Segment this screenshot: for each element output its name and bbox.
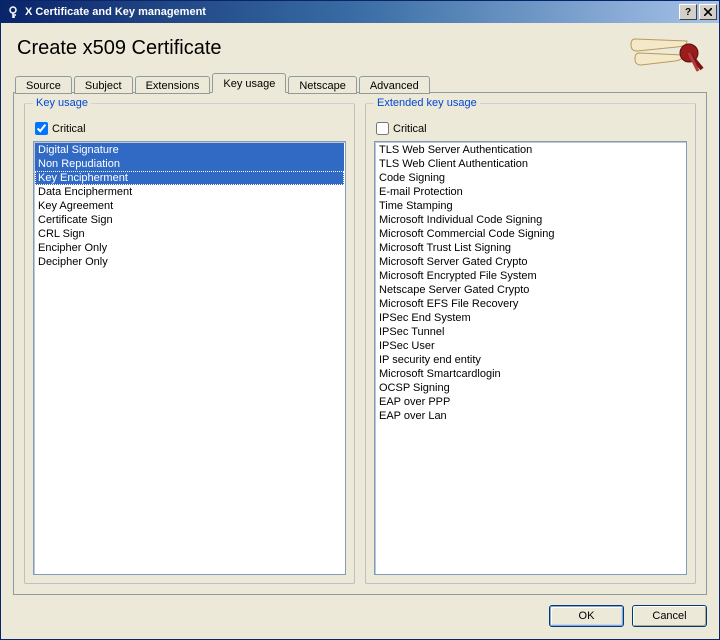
list-item[interactable]: Time Stamping [376,199,685,213]
client-area: Create x509 Certificate Source Subject E… [1,23,719,639]
tab-advanced[interactable]: Advanced [359,76,430,94]
key-usage-critical-label: Critical [52,123,86,135]
list-item[interactable]: Microsoft Server Gated Crypto [376,255,685,269]
tab-subject[interactable]: Subject [74,76,133,94]
app-icon [5,4,21,20]
list-item[interactable]: Microsoft Trust List Signing [376,241,685,255]
list-item[interactable]: Encipher Only [35,241,344,255]
list-item[interactable]: E-mail Protection [376,185,685,199]
list-item[interactable]: TLS Web Client Authentication [376,157,685,171]
tab-source[interactable]: Source [15,76,72,94]
tab-key-usage[interactable]: Key usage [212,73,286,93]
list-item[interactable]: Digital Signature [35,143,344,157]
list-item[interactable]: Key Agreement [35,199,344,213]
list-item[interactable]: IPSec User [376,339,685,353]
ext-key-usage-critical-label: Critical [393,123,427,135]
list-item[interactable]: Data Encipherment [35,185,344,199]
list-item[interactable]: Certificate Sign [35,213,344,227]
list-item[interactable]: Microsoft Smartcardlogin [376,367,685,381]
list-item[interactable]: CRL Sign [35,227,344,241]
list-item[interactable]: Microsoft Individual Code Signing [376,213,685,227]
list-item[interactable]: Microsoft Encrypted File System [376,269,685,283]
group-ext-key-usage-legend: Extended key usage [374,97,480,109]
tab-panel-key-usage: Key usage Critical Digital SignatureNon … [13,92,707,595]
dialog-button-row: OK Cancel [13,605,707,627]
list-item[interactable]: IPSec End System [376,311,685,325]
list-item[interactable]: Decipher Only [35,255,344,269]
key-usage-listbox[interactable]: Digital SignatureNon RepudiationKey Enci… [33,141,346,575]
ext-key-usage-critical-checkbox[interactable] [376,122,389,135]
page-title: Create x509 Certificate [17,37,627,60]
tab-netscape[interactable]: Netscape [288,76,356,94]
list-item[interactable]: IP security end entity [376,353,685,367]
window-title: X Certificate and Key management [25,6,677,18]
list-item[interactable]: Netscape Server Gated Crypto [376,283,685,297]
group-key-usage: Key usage Critical Digital SignatureNon … [24,103,355,584]
list-item[interactable]: EAP over PPP [376,395,685,409]
window: X Certificate and Key management ? Creat… [0,0,720,640]
group-ext-key-usage: Extended key usage Critical TLS Web Serv… [365,103,696,584]
help-button[interactable]: ? [679,4,697,20]
list-item[interactable]: Code Signing [376,171,685,185]
ok-button[interactable]: OK [549,605,624,627]
tabstrip: Source Subject Extensions Key usage Nets… [13,73,707,93]
list-item[interactable]: IPSec Tunnel [376,325,685,339]
key-usage-critical-checkbox[interactable] [35,122,48,135]
list-item[interactable]: Microsoft Commercial Code Signing [376,227,685,241]
scroll-wax-seal-icon [627,33,707,73]
key-usage-critical-row[interactable]: Critical [35,122,344,135]
list-item[interactable]: Non Repudiation [35,157,344,171]
ext-key-usage-critical-row[interactable]: Critical [376,122,685,135]
tab-extensions[interactable]: Extensions [135,76,211,94]
group-key-usage-legend: Key usage [33,97,91,109]
list-item[interactable]: Microsoft EFS File Recovery [376,297,685,311]
ext-key-usage-listbox[interactable]: TLS Web Server AuthenticationTLS Web Cli… [374,141,687,575]
list-item[interactable]: EAP over Lan [376,409,685,423]
close-button[interactable] [699,4,717,20]
cancel-button[interactable]: Cancel [632,605,707,627]
list-item[interactable]: TLS Web Server Authentication [376,143,685,157]
list-item[interactable]: Key Encipherment [35,171,344,185]
list-item[interactable]: OCSP Signing [376,381,685,395]
titlebar[interactable]: X Certificate and Key management ? [1,1,719,23]
